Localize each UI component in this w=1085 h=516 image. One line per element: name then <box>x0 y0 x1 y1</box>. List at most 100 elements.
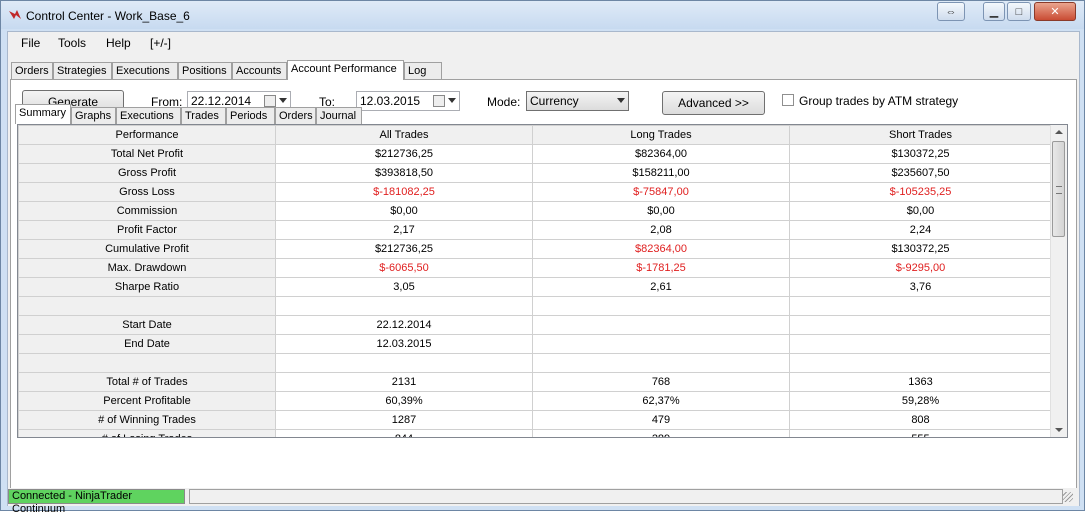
from-date-value: 22.12.2014 <box>191 94 252 108</box>
status-bar: Connected - NinjaTrader Continuum <box>8 488 1079 515</box>
metric-value <box>275 353 533 373</box>
group-by-atm-checkbox[interactable] <box>782 94 794 106</box>
tab-positions[interactable]: Positions <box>178 62 232 79</box>
subtab-graphs[interactable]: Graphs <box>71 107 116 124</box>
subtab-trades[interactable]: Trades <box>181 107 226 124</box>
column-header[interactable]: Short Trades <box>789 125 1052 145</box>
metric-value: 1363 <box>789 372 1052 392</box>
metric-value: $235607,50 <box>789 163 1052 183</box>
connection-status[interactable]: Connected - NinjaTrader Continuum <box>8 489 185 515</box>
metric-value: $-181082,25 <box>275 182 533 202</box>
menu-toggle[interactable]: [+/-] <box>150 36 171 50</box>
column-header[interactable]: Long Trades <box>532 125 790 145</box>
subtab-journal[interactable]: Journal <box>316 107 362 124</box>
metric-value: 844 <box>275 429 533 437</box>
table-row: # of Losing Trades844289555 <box>18 429 1052 437</box>
vertical-scrollbar[interactable] <box>1050 125 1067 437</box>
to-date-value: 12.03.2015 <box>360 94 421 108</box>
table-header-row: Performance All Trades Long Trades Short Tr… <box>18 125 1052 145</box>
metric-value: 1287 <box>275 410 533 430</box>
metric-value: $212736,25 <box>275 239 533 259</box>
metric-value: 60,39% <box>275 391 533 411</box>
advanced-button[interactable]: Advanced >> <box>662 91 765 115</box>
tab-strategies[interactable]: Strategies <box>53 62 112 79</box>
metric-value: $-6065,50 <box>275 258 533 278</box>
table-row <box>18 353 1052 373</box>
chevron-down-icon[interactable] <box>448 98 456 103</box>
metric-label: Start Date <box>18 315 276 335</box>
metric-value <box>532 353 790 373</box>
metric-value: 479 <box>532 410 790 430</box>
tab-accounts[interactable]: Accounts <box>232 62 287 79</box>
metric-value: $158211,00 <box>532 163 790 183</box>
chevron-down-icon[interactable] <box>279 98 287 103</box>
metric-label: Max. Drawdown <box>18 258 276 278</box>
metric-value <box>532 296 790 316</box>
performance-grid[interactable]: Performance All Trades Long Trades Short Tr… <box>17 124 1068 438</box>
metric-value: 62,37% <box>532 391 790 411</box>
table-row: Gross Profit $393818,50 $158211,00 $235607,… <box>18 163 1052 183</box>
metric-value: $0,00 <box>789 201 1052 221</box>
minimize-button[interactable]: ▁ <box>983 2 1005 21</box>
metric-value: 555 <box>789 429 1052 437</box>
tab-log[interactable]: Log <box>404 62 442 79</box>
metric-value <box>532 334 790 354</box>
calendar-icon[interactable] <box>433 95 445 107</box>
metric-value: 12.03.2015 <box>275 334 533 354</box>
subtab-periods[interactable]: Periods <box>226 107 275 124</box>
menu-help[interactable]: Help <box>106 36 131 50</box>
chevron-down-icon[interactable] <box>617 98 625 103</box>
group-by-atm-label: Group trades by ATM strategy <box>799 94 959 108</box>
scroll-thumb[interactable] <box>1052 141 1065 237</box>
metric-value: $130372,25 <box>789 144 1052 164</box>
table-row <box>18 296 1052 316</box>
table-row: End Date 12.03.2015 <box>18 334 1052 354</box>
metric-value: 3,05 <box>275 277 533 297</box>
table-row: Percent Profitable 60,39% 62,37% 59,28% <box>18 391 1052 411</box>
table-row: Start Date 22.12.2014 <box>18 315 1052 335</box>
table-row: Commission $0,00 $0,00 $0,00 <box>18 201 1052 221</box>
metric-value: 3,76 <box>789 277 1052 297</box>
title-bar[interactable]: Control Center - Work_Base_6 ⇔ ▁ □ ✕ <box>1 1 1084 29</box>
table-row: Gross Loss $-181082,25 $-75847,00 $-105235,… <box>18 182 1052 202</box>
scroll-down-arrow-icon[interactable] <box>1055 428 1063 432</box>
metric-value: 2,24 <box>789 220 1052 240</box>
menu-file[interactable]: File <box>21 36 40 50</box>
metric-label: Gross Profit <box>18 163 276 183</box>
subtab-orders[interactable]: Orders <box>275 107 316 124</box>
metric-value <box>789 353 1052 373</box>
scroll-up-arrow-icon[interactable] <box>1055 130 1063 134</box>
close-button[interactable]: ✕ <box>1034 2 1076 21</box>
metric-label: Commission <box>18 201 276 221</box>
tab-account-performance[interactable]: Account Performance <box>287 60 404 80</box>
metric-label: Sharpe Ratio <box>18 277 276 297</box>
metric-value: 2131 <box>275 372 533 392</box>
metric-value: 2,17 <box>275 220 533 240</box>
to-date-picker[interactable]: 12.03.2015 <box>356 91 460 111</box>
column-header[interactable]: Performance <box>18 125 276 145</box>
mode-select[interactable]: Currency <box>526 91 629 111</box>
metric-label: Percent Profitable <box>18 391 276 411</box>
control-center-window: Control Center - Work_Base_6 ⇔ ▁ □ ✕ Fil… <box>0 0 1085 515</box>
maximize-button[interactable]: □ <box>1007 2 1031 21</box>
table-row: Total # of Trades 2131 768 1363 <box>18 372 1052 392</box>
metric-value: 2,61 <box>532 277 790 297</box>
metric-value: 768 <box>532 372 790 392</box>
client-area: File Tools Help [+/-] Orders Strategies … <box>7 31 1080 515</box>
metric-value: $-9295,00 <box>789 258 1052 278</box>
calendar-icon[interactable] <box>264 95 276 107</box>
subtab-summary[interactable]: Summary <box>15 104 71 124</box>
restore-arrows-icon[interactable]: ⇔ <box>937 2 965 21</box>
table-row: Max. Drawdown $-6065,50 $-1781,25 $-9295,00 <box>18 258 1052 278</box>
subtab-executions[interactable]: Executions <box>116 107 181 124</box>
menu-tools[interactable]: Tools <box>58 36 86 50</box>
metric-value: 289 <box>532 429 790 437</box>
metric-label: # of Losing Trades <box>18 429 276 437</box>
metric-value: 59,28% <box>789 391 1052 411</box>
column-header[interactable]: All Trades <box>275 125 533 145</box>
tab-orders[interactable]: Orders <box>11 62 53 79</box>
performance-table: Performance All Trades Long Trades Short Tr… <box>18 125 1052 437</box>
metric-value <box>789 296 1052 316</box>
tab-executions[interactable]: Executions <box>112 62 178 79</box>
resize-grip-icon[interactable] <box>1063 492 1073 502</box>
